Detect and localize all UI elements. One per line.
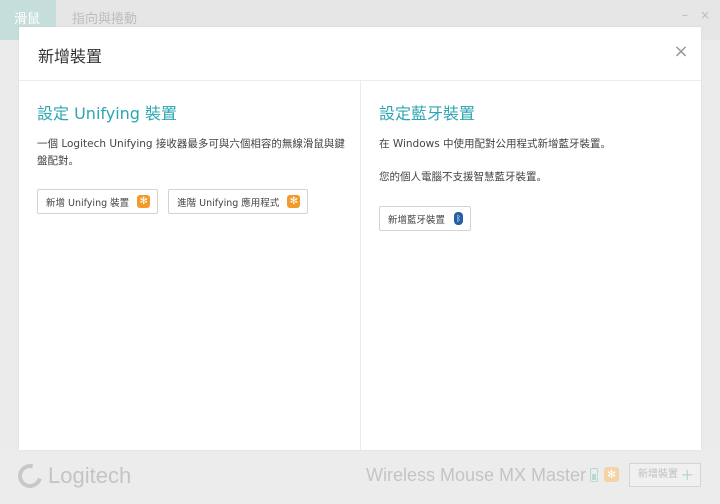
footer-add-device-button[interactable]: 新增裝置 + [629,463,701,487]
advanced-unifying-app-label: 進階 Unifying 應用程式 [177,197,280,209]
add-bluetooth-device-button[interactable]: 新增藍牙裝置 ᛒ [379,206,472,231]
unifying-description: 一個 Logitech Unifying 接收器最多可與六個相容的無線滑鼠與鍵盤… [37,138,345,167]
dialog-title: 新增裝置 [38,47,103,66]
unifying-icon: ✻ [137,195,151,208]
unifying-section-title: 設定 Unifying 裝置 [37,104,178,123]
footer-add-device-label: 新增裝置 [638,469,678,480]
dialog-body: 設定 Unifying 裝置 一個 Logitech Unifying 接收器最… [19,81,701,450]
device-name[interactable]: Wireless Mouse MX Master [366,465,586,486]
logo-text: Logitech [48,463,132,488]
unifying-section: 設定 Unifying 裝置 一個 Logitech Unifying 接收器最… [37,81,347,450]
battery-icon [590,468,598,482]
bluetooth-description: 在 Windows 中使用配對公用程式新增藍牙裝置。 [379,138,612,150]
logitech-logo: Logitech [13,459,132,493]
unifying-icon: ✻ [604,467,619,482]
bluetooth-button-row: 新增藍牙裝置 ᛒ [379,206,689,231]
unifying-icon: ✻ [287,195,301,208]
window-controls: – × [682,8,710,22]
window-close-button[interactable]: × [700,8,710,22]
add-unifying-device-button[interactable]: 新增 Unifying 裝置 ✻ [37,189,159,214]
dialog-header: 新增裝置 × [19,27,701,81]
add-device-dialog: 新增裝置 × 設定 Unifying 裝置 一個 Logitech Unifyi… [19,27,701,450]
bluetooth-section-title: 設定藍牙裝置 [379,104,476,123]
minimize-button[interactable]: – [682,8,688,22]
app-footer: Logitech Wireless Mouse MX Master ✻ 新增裝置… [0,450,720,504]
add-unifying-device-label: 新增 Unifying 裝置 [46,197,130,209]
bluetooth-section: 設定藍牙裝置 在 Windows 中使用配對公用程式新增藍牙裝置。 您的個人電腦… [379,81,689,450]
logitech-logo-icon [13,459,47,493]
advanced-unifying-app-button[interactable]: 進階 Unifying 應用程式 ✻ [168,189,309,214]
bluetooth-note: 您的個人電腦不支援智慧藍牙裝置。 [379,171,547,183]
column-divider [360,81,361,450]
bluetooth-icon: ᛒ [454,212,464,225]
plus-icon: + [680,465,694,484]
add-bluetooth-device-label: 新增藍牙裝置 [388,214,446,226]
close-icon[interactable]: × [673,43,689,61]
unifying-button-row: 新增 Unifying 裝置 ✻ 進階 Unifying 應用程式 ✻ [37,189,347,214]
